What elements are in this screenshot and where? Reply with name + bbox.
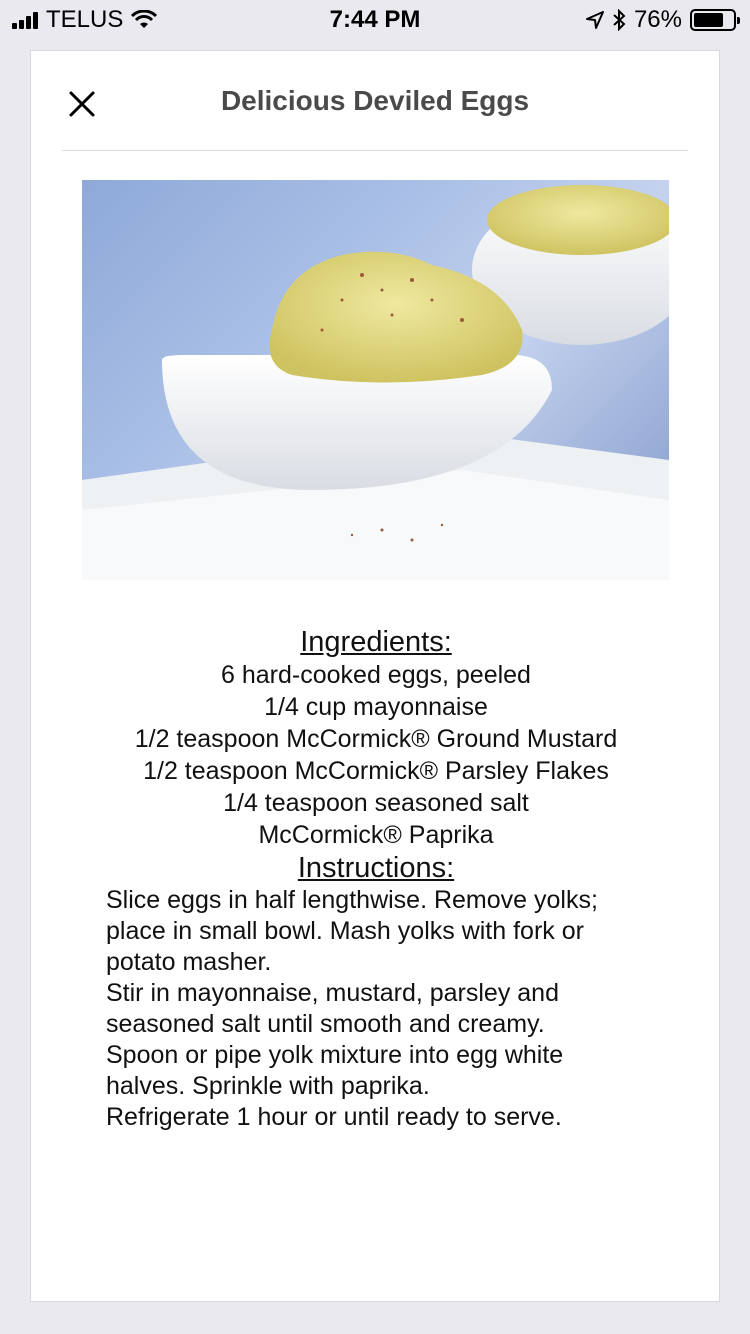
battery-percent: 76% bbox=[633, 6, 682, 33]
bluetooth-icon bbox=[612, 9, 626, 31]
battery-fill bbox=[694, 13, 723, 27]
page-title: Delicious Deviled Eggs bbox=[220, 85, 530, 116]
battery-icon bbox=[690, 9, 740, 31]
signal-icon bbox=[12, 11, 38, 29]
ingredients-heading: Ingredients: bbox=[300, 626, 452, 658]
recipe-card: Delicious Deviled Eggs Ingredients: 6 ha… bbox=[30, 50, 720, 1302]
ingredient-item: McCormick® Paprika bbox=[258, 821, 494, 849]
ingredient-item: 6 hard-cooked eggs, peeled bbox=[221, 661, 531, 689]
instruction-line: potato masher. bbox=[106, 948, 272, 976]
instructions-heading: Instructions: bbox=[297, 852, 455, 884]
instruction-line: Refrigerate 1 hour or until ready to ser… bbox=[106, 1103, 562, 1131]
wifi-icon bbox=[131, 10, 158, 30]
status-bar-right: 76% bbox=[585, 6, 740, 34]
instruction-line: Stir in mayonnaise, mustard, parsley and bbox=[106, 979, 559, 1007]
recipe-photo bbox=[82, 180, 669, 580]
ingredients-list: 6 hard-cooked eggs, peeled 1/4 cup mayon… bbox=[106, 659, 646, 851]
instructions-list: Slice eggs in half lengthwise. Remove yo… bbox=[106, 885, 646, 1133]
ingredient-item: 1/2 teaspoon McCormick® Parsley Flakes bbox=[143, 757, 609, 785]
ingredient-item: 1/2 teaspoon McCormick® Ground Mustard bbox=[134, 725, 618, 753]
ingredient-item: 1/4 teaspoon seasoned salt bbox=[223, 789, 529, 817]
status-bar-left: TELUS bbox=[12, 6, 158, 34]
location-icon bbox=[585, 11, 604, 29]
instruction-line: Spoon or pipe yolk mixture into egg whit… bbox=[106, 1041, 564, 1069]
instruction-line: Slice eggs in half lengthwise. Remove yo… bbox=[106, 886, 598, 914]
ingredient-item: 1/4 cup mayonnaise bbox=[264, 693, 488, 721]
card-header: Delicious Deviled Eggs bbox=[62, 51, 688, 151]
instruction-line: seasoned salt until smooth and creamy. bbox=[106, 1010, 545, 1038]
status-bar: TELUS 7:44 PM 76% bbox=[0, 0, 750, 40]
instruction-line: place in small bowl. Mash yolks with for… bbox=[106, 917, 584, 945]
instruction-line: halves. Sprinkle with paprika. bbox=[106, 1072, 430, 1100]
recipe-body: Ingredients: 6 hard-cooked eggs, peeled … bbox=[106, 625, 646, 1133]
carrier-label: TELUS bbox=[46, 6, 124, 33]
